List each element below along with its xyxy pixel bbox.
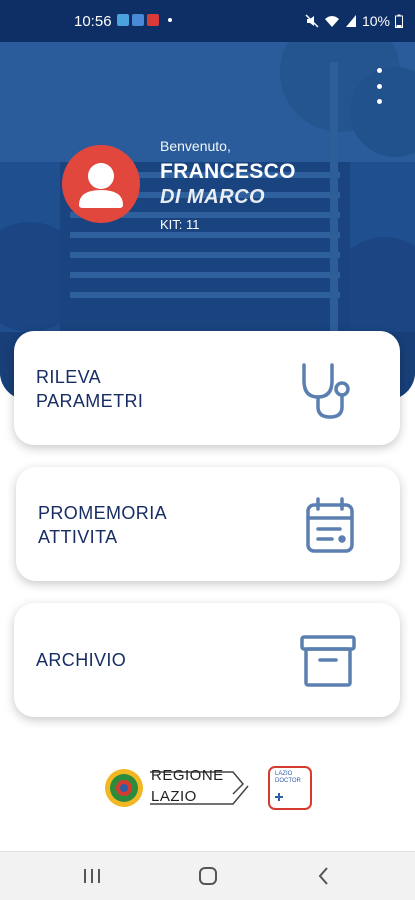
overflow-menu-button[interactable] — [371, 68, 387, 104]
status-bar: 10:56 10% — [0, 0, 415, 42]
mute-icon — [305, 14, 319, 28]
lazio-doctor-line2: DOCTOR — [275, 778, 301, 784]
user-last-name: DI MARCO — [160, 186, 266, 208]
stethoscope-icon — [302, 363, 350, 419]
welcome-block: Benvenuto, FRANCESCO DI MARCO KIT: 11 — [160, 138, 296, 232]
menu-dot — [376, 99, 382, 104]
notification-icons — [117, 14, 172, 26]
lazio-doctor-line1: LAZIO — [275, 771, 293, 777]
calendar-icon — [306, 497, 354, 553]
promemoria-attivita-card[interactable]: PROMEMORIA ATTIVITA — [16, 467, 400, 581]
back-icon[interactable] — [314, 864, 334, 888]
user-first-name: FRANCESCO — [160, 160, 296, 183]
menu-dot — [376, 68, 382, 73]
regione-label: REGIONE — [151, 767, 224, 784]
card-label: RILEVA PARAMETRI — [36, 367, 144, 411]
home-icon[interactable] — [197, 864, 219, 888]
status-time: 10:56 — [74, 13, 112, 30]
notification-icon — [117, 14, 129, 26]
recent-apps-icon[interactable] — [82, 864, 102, 888]
menu-dot — [376, 83, 382, 89]
signal-icon — [345, 15, 356, 27]
lazio-label: LAZIO — [151, 788, 197, 805]
user-icon — [79, 163, 123, 208]
welcome-greeting: Benvenuto, — [160, 138, 231, 154]
archivio-card[interactable]: ARCHIVIO — [14, 603, 400, 717]
card-label: ARCHIVIO — [36, 650, 127, 670]
status-icons: 10% — [305, 13, 403, 29]
kit-number: KIT: 11 — [160, 217, 200, 232]
more-notifications-dot — [168, 18, 172, 22]
wifi-icon — [324, 16, 339, 27]
archive-box-icon — [300, 635, 356, 687]
battery-icon — [395, 14, 403, 28]
footer-logos: REGIONE LAZIO LAZIO DOCTOR — [103, 764, 313, 812]
system-navigation-bar — [0, 851, 415, 900]
avatar[interactable] — [62, 145, 140, 223]
notification-icon — [147, 14, 159, 26]
battery-percentage: 10% — [361, 13, 390, 29]
rileva-parametri-card[interactable]: RILEVA PARAMETRI — [14, 331, 400, 445]
card-label: PROMEMORIA ATTIVITA — [38, 503, 168, 547]
notification-icon — [132, 14, 144, 26]
